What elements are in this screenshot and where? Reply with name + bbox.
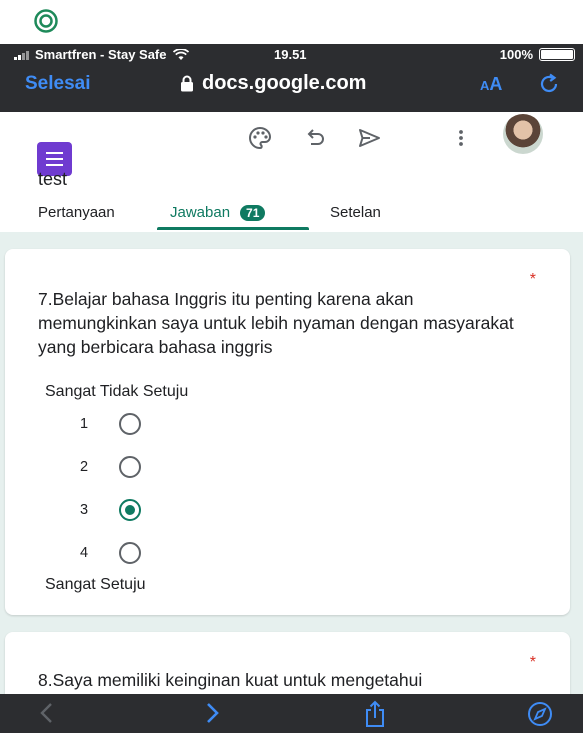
- radio-button-selected[interactable]: [119, 499, 141, 521]
- tab-pertanyaan[interactable]: Pertanyaan: [38, 204, 115, 221]
- required-mark: *: [529, 654, 536, 671]
- scale-option-4[interactable]: 4: [80, 541, 141, 565]
- back-icon[interactable]: [37, 700, 57, 726]
- radio-button[interactable]: [119, 456, 141, 478]
- question-card: * 8.Saya memiliki keinginan kuat untuk m…: [5, 632, 570, 694]
- safari-toolbar: [0, 694, 583, 733]
- scale-option-1[interactable]: 1: [80, 412, 141, 436]
- app-ring-icon: [34, 9, 58, 33]
- share-icon[interactable]: [362, 700, 388, 728]
- wifi-icon: [172, 48, 189, 60]
- forward-icon[interactable]: [202, 700, 222, 726]
- option-number: 2: [80, 459, 89, 475]
- status-bar: Smartfren - Stay Safe 19.51 100%: [0, 44, 583, 64]
- text-size-large: A: [489, 74, 503, 94]
- tab-jawaban[interactable]: Jawaban 71: [170, 204, 266, 221]
- address-field[interactable]: docs.google.com: [180, 72, 366, 95]
- palette-icon[interactable]: [247, 125, 273, 151]
- response-content[interactable]: * 7.Belajar bahasa Inggris itu penting k…: [0, 232, 583, 694]
- question-text: 7.Belajar bahasa Inggris itu penting kar…: [38, 289, 514, 357]
- scale-option-2[interactable]: 2: [80, 455, 141, 479]
- battery: 100%: [500, 47, 575, 62]
- status-time: 19.51: [274, 47, 307, 62]
- form-title: test: [38, 169, 68, 189]
- tab-jawaban-label: Jawaban: [170, 204, 231, 221]
- battery-percent: 100%: [499, 47, 533, 62]
- option-number: 1: [80, 416, 89, 432]
- radio-button[interactable]: [119, 542, 141, 564]
- compass-icon[interactable]: [526, 700, 554, 728]
- carrier: Smartfren - Stay Safe: [14, 47, 189, 62]
- scale-high-label: Sangat Setuju: [45, 576, 146, 593]
- question-card: * 7.Belajar bahasa Inggris itu penting k…: [5, 249, 570, 615]
- signal-icon: [14, 50, 29, 60]
- browser-chrome: Smartfren - Stay Safe 19.51 100% Selesai…: [0, 44, 583, 112]
- url-bar: Selesai docs.google.com AA: [0, 66, 583, 106]
- undo-icon[interactable]: [302, 125, 328, 151]
- send-icon[interactable]: [356, 125, 382, 151]
- option-number: 3: [80, 502, 89, 518]
- reload-icon[interactable]: [537, 72, 561, 96]
- battery-icon: [539, 48, 575, 61]
- option-number: 4: [80, 545, 89, 561]
- lock-icon: [181, 75, 193, 92]
- scale-low-label: Sangat Tidak Setuju: [45, 383, 189, 400]
- carrier-name: Smartfren - Stay Safe: [35, 47, 167, 62]
- text-size-small: A: [480, 78, 490, 93]
- done-button[interactable]: Selesai: [25, 73, 91, 95]
- active-tab-indicator: [157, 227, 309, 230]
- top-strip: [0, 0, 583, 44]
- tab-setelan[interactable]: Setelan: [330, 204, 381, 221]
- avatar[interactable]: [503, 114, 543, 154]
- url-text: docs.google.com: [202, 72, 367, 94]
- question-text: 8.Saya memiliki keinginan kuat untuk men…: [38, 670, 423, 690]
- forms-header: test Pertanyaan Jawaban 71 Setelan: [0, 112, 583, 232]
- text-size-button[interactable]: AA: [480, 74, 502, 95]
- response-count-badge: 71: [240, 205, 266, 221]
- radio-button[interactable]: [119, 413, 141, 435]
- scale-option-3[interactable]: 3: [80, 498, 141, 522]
- required-mark: *: [529, 271, 536, 288]
- more-icon[interactable]: [448, 125, 474, 151]
